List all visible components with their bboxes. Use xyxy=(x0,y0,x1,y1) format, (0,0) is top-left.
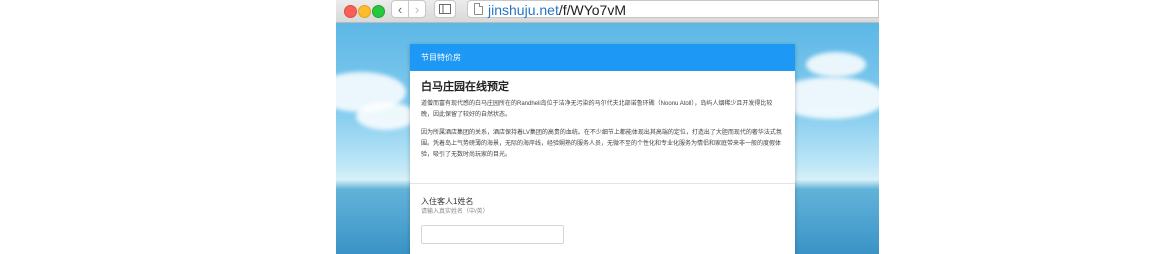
form-intro: 白马庄园在线预定 道僧而富有现代感的白马庄园所在的Randheli岛位于洁净无污… xyxy=(410,71,795,184)
guest-name-input[interactable] xyxy=(421,225,564,244)
form-card: 节目特价房 白马庄园在线预定 道僧而富有现代感的白马庄园所在的Randheli岛… xyxy=(410,44,795,254)
browser-window: ‹ › jinshuju.net/f/WYo7vM 节目特价房 白马庄园在线预定… xyxy=(336,0,879,254)
address-bar[interactable]: jinshuju.net/f/WYo7vM xyxy=(467,0,879,18)
intro-paragraph: 因为所属酒店集团的关系，酒店保持着LV集团的高贵的血统。在不少细节上都能体现出其… xyxy=(421,130,782,158)
page-icon xyxy=(474,3,483,15)
field-hint: 请输入真实姓名（中/英） xyxy=(421,209,489,215)
form-header: 节目特价房 xyxy=(410,44,795,71)
browser-toolbar: ‹ › jinshuju.net/f/WYo7vM xyxy=(336,0,879,23)
sidebar-toggle-button[interactable] xyxy=(434,0,456,18)
chevron-right-icon: › xyxy=(414,1,420,17)
guest-name-field: 入住客人1姓名 请输入真实姓名（中/英） xyxy=(410,184,795,244)
sidebar-icon xyxy=(439,4,451,14)
back-button[interactable]: ‹ xyxy=(391,0,409,18)
minimize-window-button[interactable] xyxy=(358,5,371,18)
forward-button[interactable]: › xyxy=(408,0,426,18)
zoom-window-button[interactable] xyxy=(372,5,385,18)
field-label: 入住客人1姓名 xyxy=(421,197,474,206)
url-host: jinshuju.net xyxy=(488,2,559,18)
url-text: jinshuju.net/f/WYo7vM xyxy=(488,2,626,18)
chevron-left-icon: ‹ xyxy=(397,1,403,17)
url-path: /f/WYo7vM xyxy=(558,2,626,18)
form-title: 白马庄园在线预定 xyxy=(421,81,509,93)
intro-paragraph: 道僧而富有现代感的白马庄园所在的Randheli岛位于洁净无污染的马尔代夫北部诺… xyxy=(421,101,773,118)
close-window-button[interactable] xyxy=(344,5,357,18)
